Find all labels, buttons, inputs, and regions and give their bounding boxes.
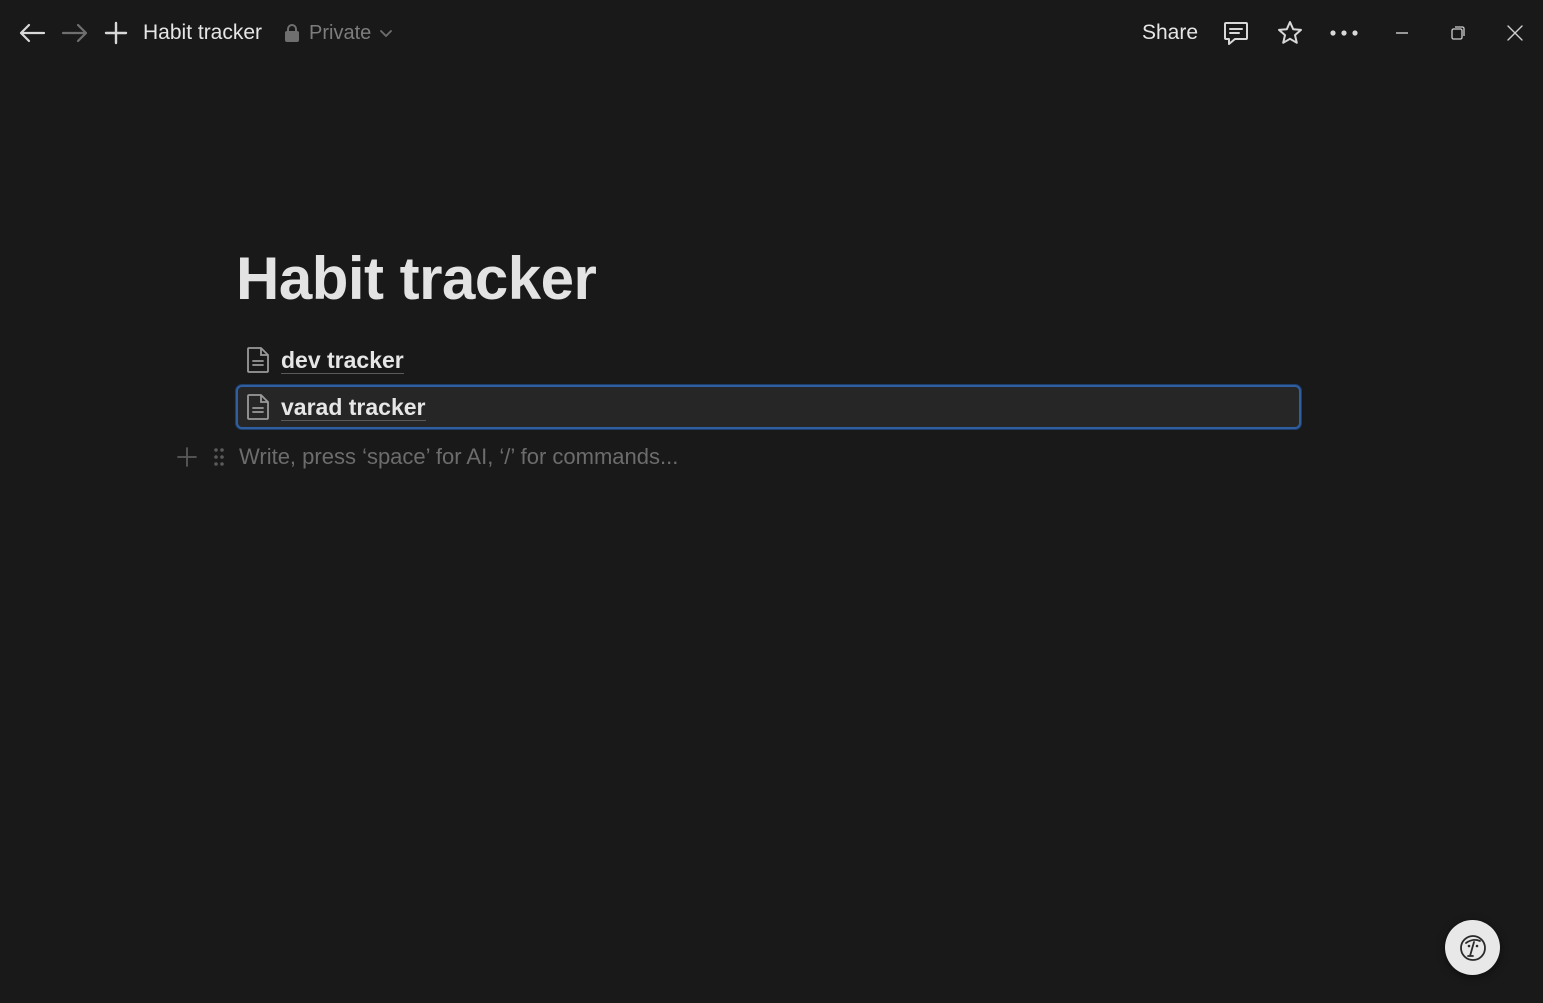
page-title[interactable]: Habit tracker [236,244,597,314]
privacy-label: Private [309,21,372,44]
lock-icon [285,24,299,42]
minimize-button[interactable] [1388,18,1416,48]
breadcrumb-page[interactable]: Habit tracker [143,20,262,46]
ai-assistant-button[interactable] [1445,920,1500,975]
page-icon [236,338,280,382]
arrow-left-icon [19,23,46,43]
favorite-button[interactable] [1274,18,1306,48]
top-bar: Habit tracker Private Share [0,0,1543,64]
add-block-button[interactable] [174,444,200,470]
back-button[interactable] [16,18,48,48]
subpage-label: dev tracker [281,346,404,374]
ellipsis-icon [1330,30,1358,36]
subpage-link-dev-tracker[interactable]: dev tracker [236,338,1301,382]
close-icon [1507,25,1523,41]
ai-assistant-icon [1459,934,1486,961]
page-icon [236,385,280,429]
comments-button[interactable] [1220,18,1252,48]
minimize-icon [1396,32,1408,34]
plus-icon [104,21,128,45]
arrow-right-icon [61,23,88,43]
restore-icon [1451,26,1465,40]
close-button[interactable] [1501,18,1529,48]
forward-button[interactable] [59,18,91,48]
subpage-label: varad tracker [281,393,426,421]
star-icon [1278,21,1302,44]
plus-icon [177,447,197,467]
restore-button[interactable] [1444,18,1472,48]
drag-handle[interactable] [208,444,230,470]
more-button[interactable] [1327,18,1361,48]
subpage-link-varad-tracker[interactable]: varad tracker [236,385,1301,429]
drag-handle-icon [214,448,224,466]
new-page-button[interactable] [102,18,130,48]
empty-block-placeholder[interactable]: Write, press ‘space’ for AI, ‘/’ for com… [239,443,678,471]
share-button[interactable]: Share [1142,20,1198,46]
chevron-down-icon [380,30,393,38]
privacy-dropdown[interactable]: Private [283,20,393,46]
comment-icon [1224,22,1248,45]
